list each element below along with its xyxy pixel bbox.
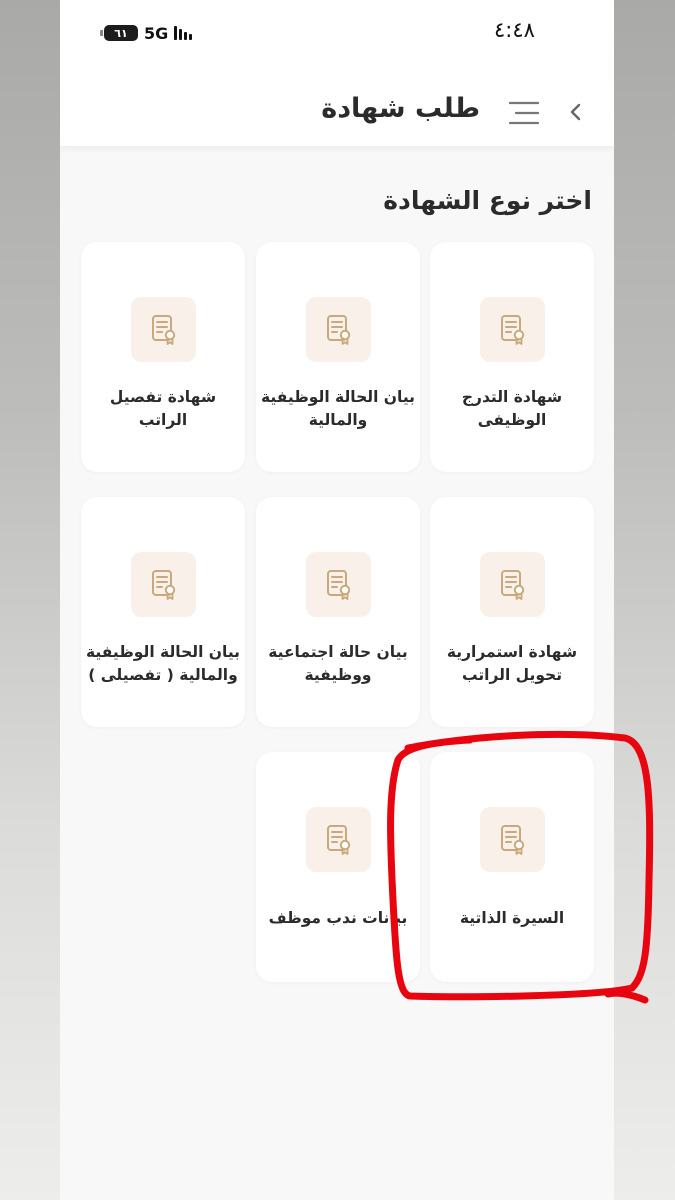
certificate-card-employment-financial-status[interactable]: بيان الحالة الوظيفية والمالية: [256, 242, 420, 472]
certificate-label: بيان حالة اجتماعية ووظيفية: [268, 643, 408, 684]
certificate-card-salary-transfer-continuity[interactable]: شهادة استمرارية تحويل الراتب: [430, 497, 594, 727]
certificate-icon: [480, 297, 545, 362]
top-bar: ٦١ 5G ٤:٤٨ طلب شهادة: [60, 0, 614, 146]
back-chevron-icon[interactable]: [565, 98, 589, 126]
signal-icon: [174, 26, 193, 40]
page-title: طلب شهادة: [321, 93, 480, 124]
certificate-label: السيرة الذاتية: [459, 909, 565, 927]
certificate-card-cv[interactable]: السيرة الذاتية: [430, 752, 594, 982]
certificate-icon: [306, 552, 371, 617]
menu-icon[interactable]: [506, 100, 540, 126]
certificate-label: بيانات ندب موظف: [268, 909, 408, 927]
status-indicators: ٦١ 5G: [100, 22, 193, 44]
app-screen: ٦١ 5G ٤:٤٨ طلب شهادة اختر نوع الشهادة شه…: [60, 0, 614, 1200]
certificate-icon: [480, 807, 545, 872]
certificate-card-salary-details[interactable]: شهادة تفصيل الراتب: [81, 242, 245, 472]
certificate-card-employee-secondment[interactable]: بيانات ندب موظف: [256, 752, 420, 982]
certificate-icon: [306, 297, 371, 362]
certificate-label: بيان الحالة الوظيفية والمالية: [261, 388, 415, 429]
status-time: ٤:٤٨: [494, 18, 535, 42]
certificate-card-employment-financial-detailed[interactable]: بيان الحالة الوظيفية والمالية ( تفصيلى ): [81, 497, 245, 727]
certificate-label: بيان الحالة الوظيفية والمالية ( تفصيلى ): [86, 643, 240, 684]
certificate-label: شهادة استمرارية تحويل الراتب: [446, 643, 578, 684]
battery-level: ٦١: [114, 26, 128, 40]
certificate-card-social-employment-status[interactable]: بيان حالة اجتماعية ووظيفية: [256, 497, 420, 727]
certificate-icon: [131, 297, 196, 362]
certificate-label: شهادة التدرج الوظيفى: [461, 388, 563, 429]
certificate-label: شهادة تفصيل الراتب: [109, 388, 217, 429]
certificate-card-career-progression[interactable]: شهادة التدرج الوظيفى: [430, 242, 594, 472]
network-type: 5G: [144, 23, 169, 43]
certificate-icon: [480, 552, 545, 617]
certificate-icon: [131, 552, 196, 617]
section-title: اختر نوع الشهادة: [383, 186, 592, 215]
certificate-icon: [306, 807, 371, 872]
battery-icon: ٦١: [100, 25, 138, 41]
